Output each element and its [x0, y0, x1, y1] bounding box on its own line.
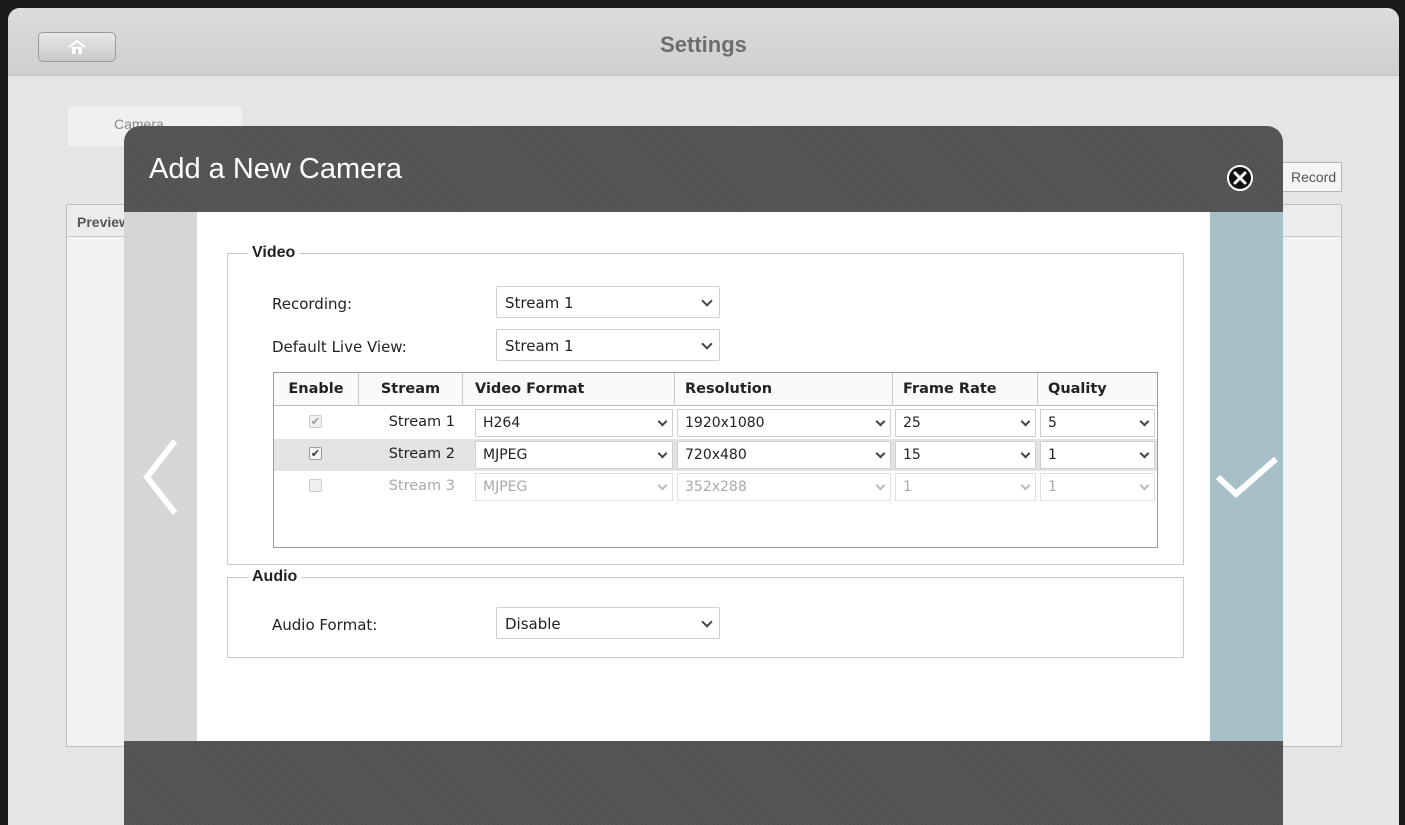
video-format-value: H264 — [483, 415, 521, 431]
resolution-value: 352x288 — [685, 479, 747, 495]
resolution-select[interactable]: 720x480 — [677, 441, 891, 469]
frame-rate-value: 15 — [903, 447, 921, 463]
recording-select[interactable]: Stream 1 — [496, 286, 720, 318]
quality-select[interactable]: 1 — [1040, 441, 1155, 469]
table-header: Enable Stream Video Format Resolution Fr… — [274, 373, 1157, 406]
quality-value: 5 — [1048, 415, 1057, 431]
stream-name: Stream 3 — [388, 478, 455, 494]
resolution-value: 1920x1080 — [685, 415, 765, 431]
quality-value: 1 — [1048, 447, 1057, 463]
quality-select[interactable]: 5 — [1040, 409, 1155, 437]
column-header-quality: Quality — [1048, 381, 1107, 397]
checkmark-icon — [1215, 456, 1278, 498]
dialog-header: Add a New Camera — [124, 126, 1283, 212]
quality-select: 1 — [1040, 473, 1155, 501]
enable-checkbox[interactable] — [309, 479, 322, 492]
confirm-button[interactable] — [1210, 212, 1283, 741]
chevron-down-icon — [870, 474, 890, 500]
enable-checkbox[interactable]: ✔ — [309, 447, 322, 460]
chevron-down-icon — [1015, 410, 1035, 436]
column-header-frame-rate: Frame Rate — [893, 373, 1038, 406]
chevron-down-icon — [1134, 474, 1154, 500]
frame-rate-select[interactable]: 15 — [895, 441, 1036, 469]
column-header-stream: Stream — [359, 373, 463, 406]
enable-checkbox[interactable]: ✔ — [309, 415, 322, 428]
resolution-select[interactable]: 1920x1080 — [677, 409, 891, 437]
recording-label: Recording: — [272, 295, 353, 313]
recording-select-value: Stream 1 — [505, 294, 574, 312]
resolution-value: 720x480 — [685, 447, 747, 463]
column-header-video-format: Video Format — [463, 373, 675, 406]
live-view-label: Default Live View: — [272, 338, 407, 356]
chevron-down-icon — [695, 608, 719, 638]
frame-rate-select: 1 — [895, 473, 1036, 501]
app-header: Settings — [8, 8, 1399, 76]
app-title: Settings — [660, 32, 747, 57]
chevron-down-icon — [1015, 474, 1035, 500]
chevron-down-icon — [652, 410, 672, 436]
table-row: ✔ Stream 2 MJPEG 720x480 15 1 — [274, 439, 1157, 471]
live-view-select[interactable]: Stream 1 — [496, 329, 720, 361]
close-button[interactable] — [1227, 165, 1253, 191]
column-header-enable: Enable — [274, 373, 359, 406]
resolution-select: 352x288 — [677, 473, 891, 501]
video-format-select: MJPEG — [475, 473, 673, 501]
previous-step-button[interactable] — [124, 212, 197, 741]
table-row: Stream 3 MJPEG 352x288 1 1 — [274, 471, 1157, 503]
video-format-select[interactable]: MJPEG — [475, 441, 673, 469]
audio-format-select[interactable]: Disable — [496, 607, 720, 639]
table-row: ✔ Stream 1 H264 1920x1080 25 5 — [274, 407, 1157, 439]
chevron-down-icon — [695, 330, 719, 360]
dialog-title: Add a New Camera — [149, 153, 403, 185]
audio-legend: Audio — [252, 568, 298, 585]
live-view-select-value: Stream 1 — [505, 337, 574, 355]
stream-name: Stream 1 — [388, 414, 455, 430]
quality-value: 1 — [1048, 479, 1057, 495]
audio-format-label: Audio Format: — [272, 616, 378, 634]
chevron-down-icon — [1134, 410, 1154, 436]
stream-name: Stream 2 — [388, 446, 455, 462]
audio-section: Audio Audio Format: Disable — [227, 568, 1184, 658]
video-legend: Video — [252, 244, 296, 261]
dialog-body: Video Recording: Stream 1 Default Live V… — [197, 212, 1210, 741]
video-format-select[interactable]: H264 — [475, 409, 673, 437]
frame-rate-select[interactable]: 25 — [895, 409, 1036, 437]
video-format-value: MJPEG — [483, 479, 528, 495]
video-format-value: MJPEG — [483, 447, 528, 463]
chevron-down-icon — [652, 474, 672, 500]
chevron-left-icon — [142, 438, 177, 515]
video-section: Video Recording: Stream 1 Default Live V… — [227, 244, 1184, 565]
stream-table: Enable Stream Video Format Resolution Fr… — [273, 372, 1158, 548]
chevron-down-icon — [870, 410, 890, 436]
dialog-footer — [124, 741, 1283, 825]
chevron-down-icon — [695, 287, 719, 317]
frame-rate-value: 1 — [903, 479, 912, 495]
chevron-down-icon — [652, 442, 672, 468]
column-header-resolution: Resolution — [675, 373, 893, 406]
add-camera-dialog: Add a New Camera Video Recording: Stream… — [124, 126, 1283, 825]
chevron-down-icon — [1134, 442, 1154, 468]
chevron-down-icon — [1015, 442, 1035, 468]
audio-format-value: Disable — [505, 615, 561, 633]
frame-rate-value: 25 — [903, 415, 921, 431]
close-icon — [1233, 171, 1247, 185]
chevron-down-icon — [870, 442, 890, 468]
